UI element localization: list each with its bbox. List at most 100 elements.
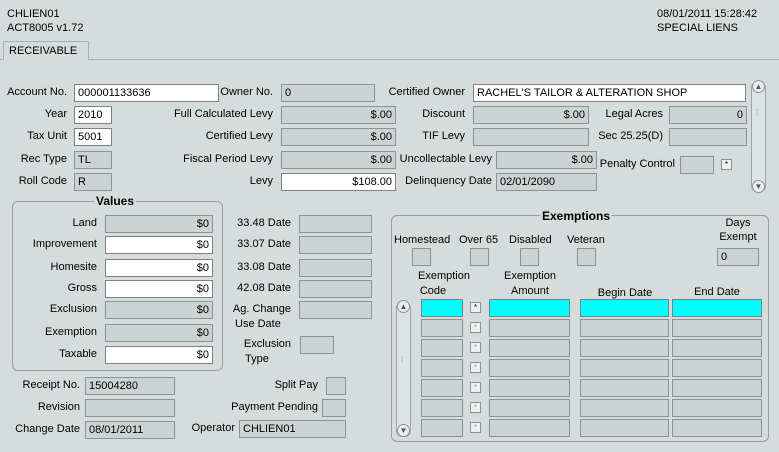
use-date-label: Use Date: [235, 318, 281, 330]
roll-code-label: Roll Code: [18, 175, 67, 187]
col-exemption-code-2: Code: [419, 285, 447, 297]
row-6-begin[interactable]: [580, 399, 669, 417]
tax-unit-label: Tax Unit: [27, 130, 67, 142]
revision-field: [85, 399, 175, 417]
row-6-code-lookup-icon[interactable]: *: [470, 402, 481, 413]
rec-type-label: Rec Type: [20, 153, 67, 165]
row-5-begin[interactable]: [580, 379, 669, 397]
revision-label: Revision: [37, 401, 80, 413]
tax-unit-input[interactable]: 5001: [74, 128, 112, 146]
full-calc-levy-label: Full Calculated Levy: [173, 108, 273, 120]
row-2-code-lookup-icon[interactable]: *: [470, 322, 481, 333]
owner-no-label: Owner No.: [220, 86, 273, 98]
row-7-amount[interactable]: [489, 419, 570, 437]
exemptions-scroll-up-icon[interactable]: ▲: [397, 300, 410, 313]
row-7-end[interactable]: [672, 419, 762, 437]
certified-levy-label: Certified Levy: [205, 130, 273, 142]
exclusion-type-field: [300, 336, 334, 354]
row-4-code[interactable]: [421, 359, 463, 377]
penalty-control-lookup-icon[interactable]: *: [721, 159, 732, 170]
row-2-begin[interactable]: [580, 319, 669, 337]
exclusion-field: $0: [105, 301, 213, 319]
row-6-amount[interactable]: [489, 399, 570, 417]
certified-owner-label: Certified Owner: [388, 86, 465, 98]
row-3-end[interactable]: [672, 339, 762, 357]
col-exemption-amount-2: Amount: [511, 285, 549, 297]
row-2-amount[interactable]: [489, 319, 570, 337]
discount-label: Discount: [422, 108, 465, 120]
row-4-amount[interactable]: [489, 359, 570, 377]
row-5-end[interactable]: [672, 379, 762, 397]
row-7-code-lookup-icon[interactable]: *: [470, 422, 481, 433]
account-no-input[interactable]: 000001133636: [74, 84, 219, 102]
header-datetime: 08/01/2011 15:28:42: [657, 8, 758, 20]
row-1-amount[interactable]: [489, 299, 570, 317]
row-3-amount[interactable]: [489, 339, 570, 357]
row-2-code[interactable]: [421, 319, 463, 337]
col-exemption-code-1: Exemption: [418, 270, 470, 282]
exemptions-scroll-down-icon[interactable]: ▼: [397, 424, 410, 437]
row-1-code[interactable]: [421, 299, 463, 317]
exempt-label: Exempt: [719, 231, 757, 243]
app-version: ACT8005 v1.72: [7, 22, 84, 34]
row-1-code-lookup-icon[interactable]: *: [470, 302, 481, 313]
row-3-code-lookup-icon[interactable]: *: [470, 342, 481, 353]
owner-no-field: 0: [281, 84, 375, 102]
penalty-control-label: Penalty Control: [599, 158, 675, 170]
year-label: Year: [44, 108, 67, 120]
gross-input[interactable]: $0: [105, 280, 213, 298]
rec-type-field: TL: [74, 151, 112, 169]
certified-levy-field: $.00: [281, 128, 396, 146]
levy-label: Levy: [249, 175, 273, 187]
tif-levy-field: [473, 128, 589, 146]
row-5-code-lookup-icon[interactable]: *: [470, 382, 481, 393]
app-id: CHLIEN01: [7, 8, 60, 20]
delinquency-date-field: 02/01/2090: [496, 173, 597, 191]
form-scroll-up-icon[interactable]: ▲: [752, 80, 765, 93]
over65-field: [470, 248, 489, 266]
tif-levy-label: TIF Levy: [422, 130, 465, 142]
homesite-label: Homesite: [50, 261, 97, 273]
form-scrollbar[interactable]: [751, 82, 766, 192]
row-5-code[interactable]: [421, 379, 463, 397]
uncollectable-levy-field: $.00: [496, 151, 597, 169]
form-scroll-grip-icon[interactable]: ⁞: [756, 108, 759, 117]
split-pay-label: Split Pay: [274, 379, 318, 391]
row-6-end[interactable]: [672, 399, 762, 417]
taxable-label: Taxable: [59, 348, 97, 360]
veteran-label: Veteran: [567, 234, 605, 246]
exemptions-scrollbar[interactable]: [396, 302, 411, 437]
uncollectable-levy-label: Uncollectable Levy: [399, 153, 492, 165]
row-2-end[interactable]: [672, 319, 762, 337]
row-3-code[interactable]: [421, 339, 463, 357]
days-exempt-field: 0: [717, 248, 759, 266]
exclusion-type-label: Exclusion: [243, 338, 291, 350]
date-3348-field: [299, 215, 372, 233]
row-5-amount[interactable]: [489, 379, 570, 397]
row-7-code[interactable]: [421, 419, 463, 437]
payment-pending-field: [322, 399, 346, 417]
date-3307-field: [299, 236, 372, 254]
certified-owner-input[interactable]: RACHEL'S TAILOR & ALTERATION SHOP: [473, 84, 746, 102]
exclusion-label: Exclusion: [49, 303, 97, 315]
homestead-field: [412, 248, 431, 266]
homesite-input[interactable]: $0: [105, 259, 213, 277]
row-4-begin[interactable]: [580, 359, 669, 377]
row-4-end[interactable]: [672, 359, 762, 377]
row-6-code[interactable]: [421, 399, 463, 417]
exemptions-scroll-grip-icon[interactable]: ⁞: [401, 355, 404, 364]
row-7-begin[interactable]: [580, 419, 669, 437]
split-pay-field: [326, 377, 346, 395]
form-scroll-down-icon[interactable]: ▼: [752, 180, 765, 193]
row-1-begin[interactable]: [580, 299, 669, 317]
row-1-end[interactable]: [672, 299, 762, 317]
improvement-input[interactable]: $0: [105, 236, 213, 254]
row-4-code-lookup-icon[interactable]: *: [470, 362, 481, 373]
year-input[interactable]: 2010: [74, 106, 112, 124]
tab-receivable[interactable]: RECEIVABLE: [3, 41, 89, 60]
date-4208-field: [299, 280, 372, 298]
levy-input[interactable]: $108.00: [281, 173, 396, 191]
col-begin-date: Begin Date: [597, 287, 653, 299]
row-3-begin[interactable]: [580, 339, 669, 357]
taxable-input[interactable]: $0: [105, 346, 213, 364]
